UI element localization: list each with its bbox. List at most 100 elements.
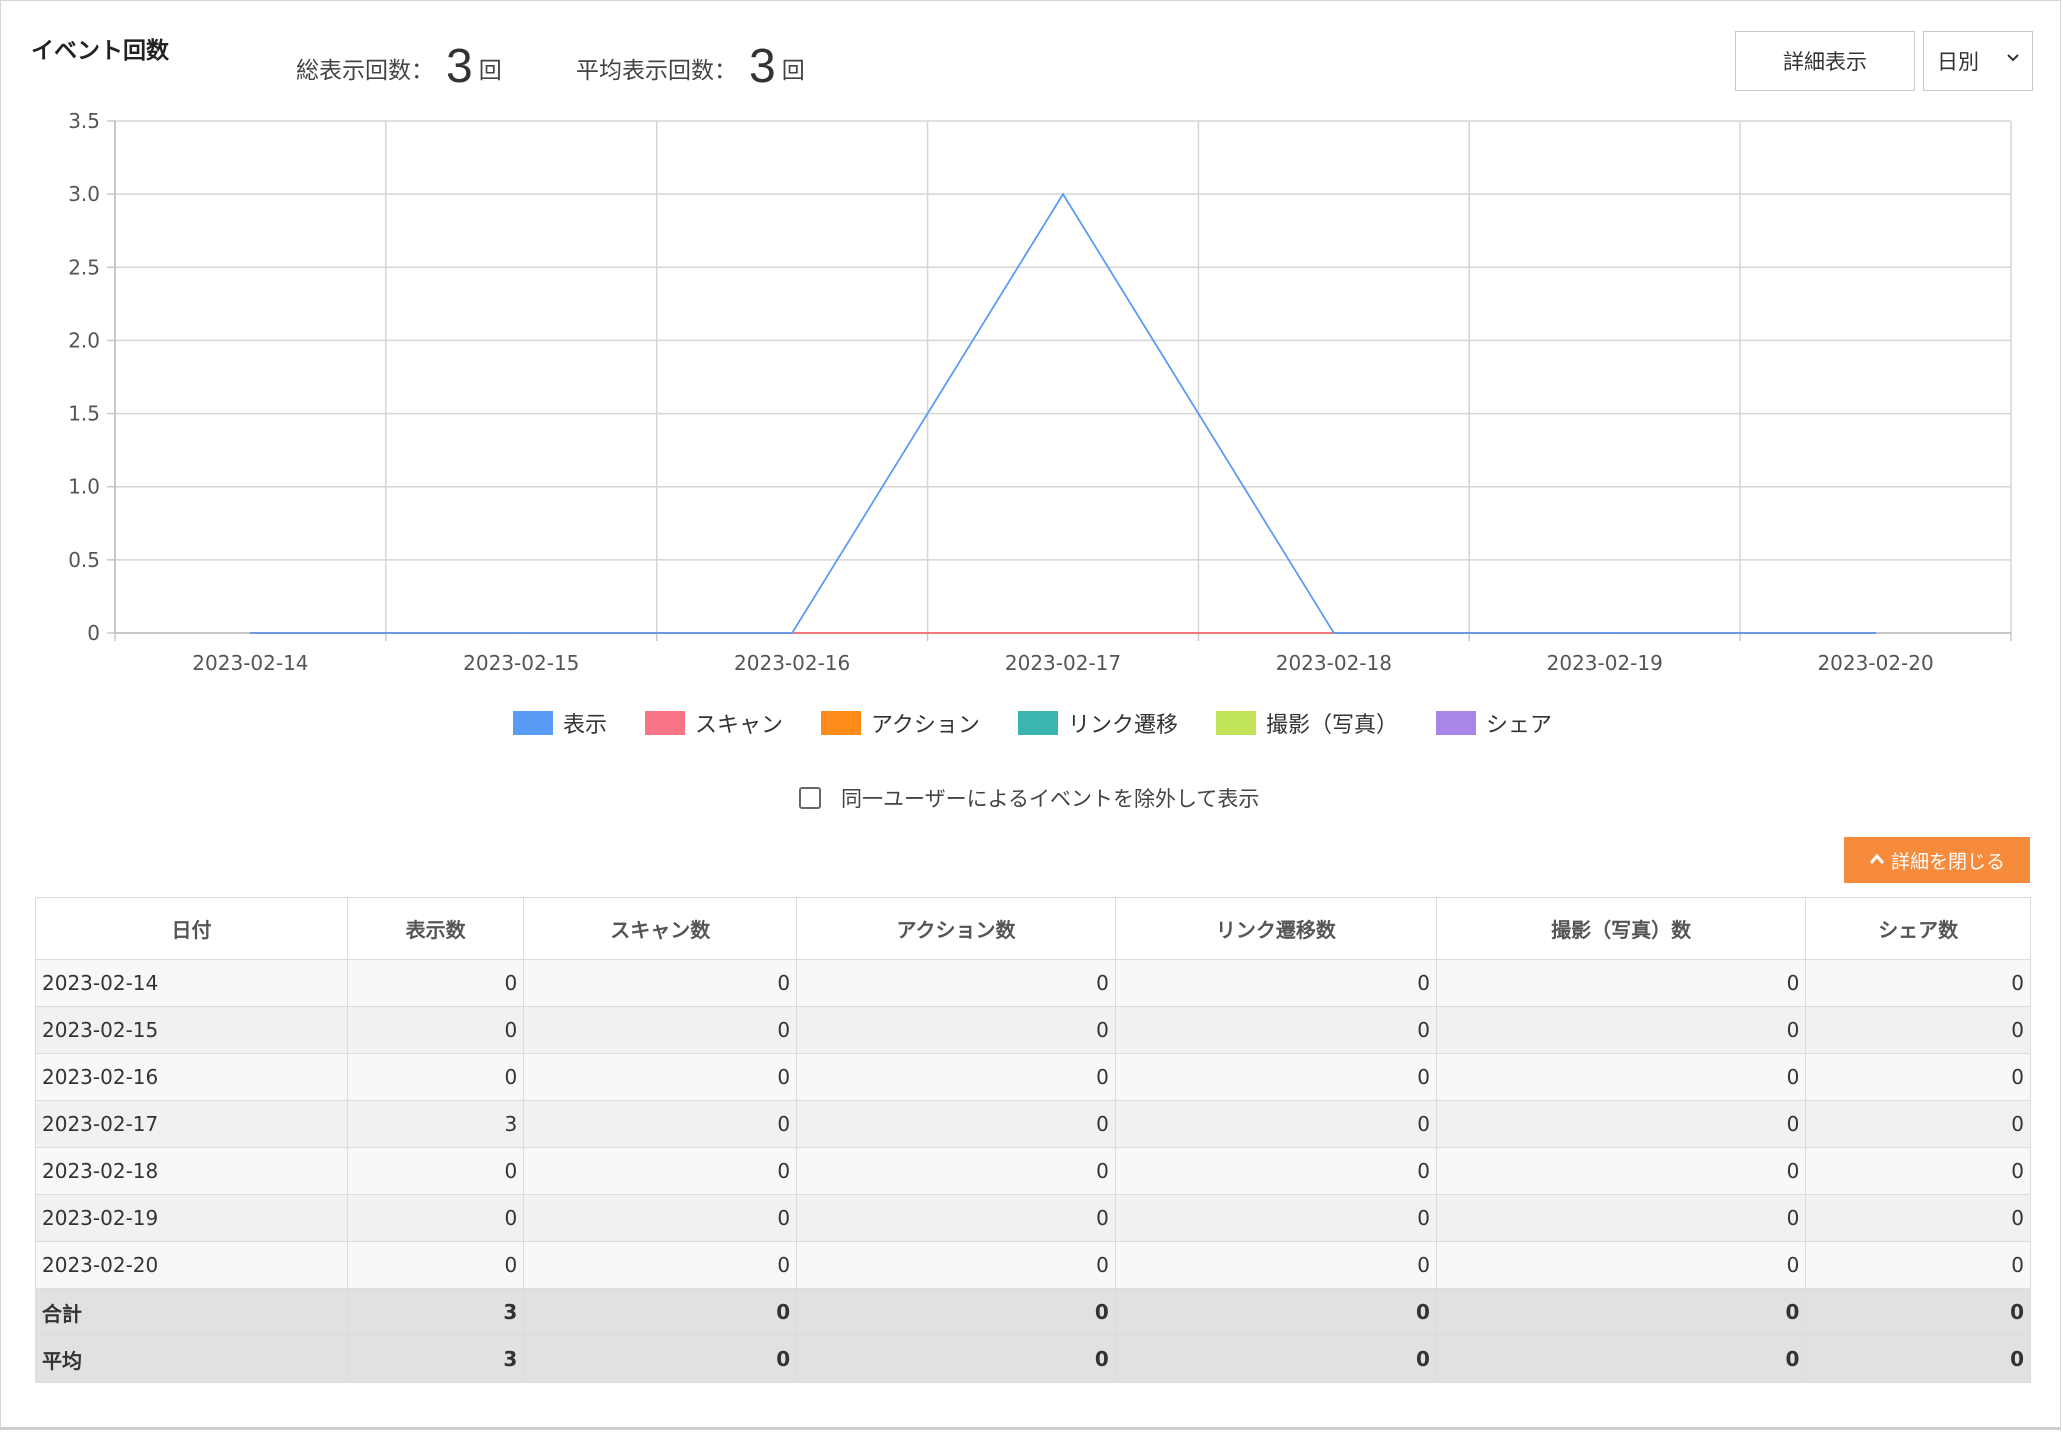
- value-cell: 3: [347, 1335, 525, 1383]
- value-cell: 3: [347, 1100, 525, 1148]
- value-cell: 0: [347, 1053, 525, 1101]
- table-body: 2023-02-14 0 0 0 0 0 0 2023-02-15 0 0 0 0 0 0 2023-02-…: [34, 959, 2031, 1383]
- value-cell: 0: [796, 1241, 1116, 1289]
- legend-item[interactable]: リンク遷移: [1017, 707, 1178, 739]
- value-cell: 0: [523, 1194, 798, 1242]
- x-tick-label: 2023-02-18: [1276, 651, 1392, 675]
- series-1-point: [1333, 632, 1335, 634]
- legend-item[interactable]: 表示: [513, 707, 607, 739]
- x-tick-label: 2023-02-17: [1005, 651, 1121, 675]
- column-header[interactable]: アクション数: [796, 897, 1116, 960]
- row-label-cell: 2023-02-18: [34, 1147, 349, 1195]
- series-1-point: [1874, 632, 1877, 634]
- event-table: 日付 表示数 スキャン数 アクション数 リンク遷移数 撮影（写真）数 シェア数 2023-0…: [34, 897, 2031, 1383]
- row-label-cell: 2023-02-20: [34, 1241, 349, 1289]
- table-row: 2023-02-20 0 0 0 0 0 0: [34, 1241, 2031, 1289]
- value-cell: 0: [1805, 1006, 2031, 1054]
- column-header[interactable]: シェア数: [1805, 897, 2031, 960]
- value-cell: 0: [796, 1100, 1116, 1148]
- summary-row: 平均 3 0 0 0 0 0: [34, 1335, 2031, 1383]
- series-1-point: [520, 632, 523, 634]
- column-header[interactable]: 日付: [34, 897, 349, 960]
- legend-swatch: [1435, 711, 1476, 735]
- table-row: 2023-02-18 0 0 0 0 0 0: [34, 1147, 2031, 1195]
- value-cell: 0: [1435, 1053, 1807, 1101]
- value-cell: 0: [1435, 959, 1807, 1007]
- total-views-value: 3: [446, 40, 473, 93]
- value-cell: 0: [523, 1288, 798, 1336]
- legend-item[interactable]: 撮影（写真）: [1215, 707, 1398, 739]
- value-cell: 0: [347, 1147, 525, 1195]
- value-cell: 0: [1805, 1100, 2031, 1148]
- series-2-point: [1062, 632, 1064, 634]
- y-tick-label: 2.5: [68, 255, 100, 279]
- average-views-unit: 回: [781, 58, 805, 84]
- value-cell: 0: [1435, 1147, 1807, 1195]
- x-tick-label: 2023-02-19: [1547, 651, 1663, 675]
- detail-view-button[interactable]: 詳細表示: [1735, 31, 1915, 91]
- legend-item[interactable]: アクション: [821, 707, 980, 739]
- legend-swatch: [1017, 711, 1058, 735]
- y-tick-label: 0: [87, 621, 100, 645]
- summary-row: 合計 3 0 0 0 0 0: [34, 1288, 2031, 1336]
- column-header[interactable]: 表示数: [347, 897, 525, 960]
- table-row: 2023-02-19 0 0 0 0 0 0: [34, 1194, 2031, 1242]
- period-select-value: 日別: [1937, 50, 1979, 74]
- value-cell: 3: [347, 1288, 525, 1336]
- average-views-label: 平均表示回数：: [576, 58, 737, 84]
- average-views-stat: 平均表示回数： 3 回: [576, 39, 805, 94]
- column-header[interactable]: スキャン数: [523, 897, 798, 960]
- total-views-stat: 総表示回数： 3 回: [296, 39, 502, 94]
- column-header[interactable]: 撮影（写真）数: [1435, 897, 1807, 960]
- value-cell: 0: [523, 1147, 798, 1195]
- close-detail-label: 詳細を閉じる: [1890, 850, 2005, 873]
- value-cell: 0: [523, 1335, 798, 1383]
- total-views-unit: 回: [478, 58, 502, 84]
- legend-label: 撮影（写真）: [1265, 713, 1398, 738]
- value-cell: 0: [523, 1100, 798, 1148]
- value-cell: 0: [1805, 1053, 2031, 1101]
- value-cell: 0: [1805, 1288, 2031, 1336]
- chart-legend: 表示 スキャン アクション リンク遷移 撮影（写真） シェア: [1, 707, 2063, 739]
- value-cell: 0: [1435, 1006, 1807, 1054]
- legend-item[interactable]: スキャン: [645, 707, 783, 739]
- value-cell: 0: [1114, 1147, 1437, 1195]
- column-header[interactable]: リンク遷移数: [1114, 897, 1437, 960]
- value-cell: 0: [523, 959, 798, 1007]
- row-label-cell: 2023-02-16: [34, 1053, 349, 1101]
- value-cell: 0: [1114, 959, 1437, 1007]
- exclude-same-user-option[interactable]: 同一ユーザーによるイベントを除外して表示: [799, 783, 1259, 813]
- value-cell: 0: [1435, 1288, 1807, 1336]
- value-cell: 0: [1805, 1194, 2031, 1242]
- value-cell: 0: [796, 1194, 1116, 1242]
- legend-label: 表示: [563, 713, 608, 738]
- value-cell: 0: [1114, 1194, 1437, 1242]
- y-tick-label: 0.5: [68, 548, 100, 572]
- close-detail-button[interactable]: 詳細を閉じる: [1844, 837, 2030, 883]
- row-label-cell: 2023-02-14: [34, 959, 349, 1007]
- average-views-value: 3: [749, 40, 776, 93]
- x-tick-label: 2023-02-16: [734, 651, 850, 675]
- x-tick-label: 2023-02-15: [463, 651, 579, 675]
- y-tick-label: 1.0: [68, 475, 100, 499]
- value-cell: 0: [1114, 1288, 1437, 1336]
- table-row: 2023-02-14 0 0 0 0 0 0: [34, 959, 2031, 1007]
- period-select[interactable]: 日別: [1923, 31, 2033, 91]
- row-label-cell: 2023-02-15: [34, 1006, 349, 1054]
- legend-item[interactable]: シェア: [1435, 707, 1552, 739]
- exclude-same-user-checkbox[interactable]: [799, 787, 821, 809]
- row-label-cell: 2023-02-17: [34, 1100, 349, 1148]
- chevron-down-icon: [2006, 51, 2020, 67]
- page-title: イベント回数: [31, 38, 169, 64]
- value-cell: 0: [347, 1194, 525, 1242]
- series-1-point: [791, 632, 793, 634]
- value-cell: 0: [796, 1288, 1116, 1336]
- value-cell: 0: [1435, 1100, 1807, 1148]
- value-cell: 0: [1114, 1335, 1437, 1383]
- series-1-point: [1062, 193, 1064, 195]
- y-tick-label: 1.5: [68, 402, 100, 426]
- series-1-point: [249, 632, 252, 634]
- value-cell: 0: [347, 1241, 525, 1289]
- legend-swatch: [645, 711, 686, 735]
- y-tick-label: 3.0: [68, 182, 100, 206]
